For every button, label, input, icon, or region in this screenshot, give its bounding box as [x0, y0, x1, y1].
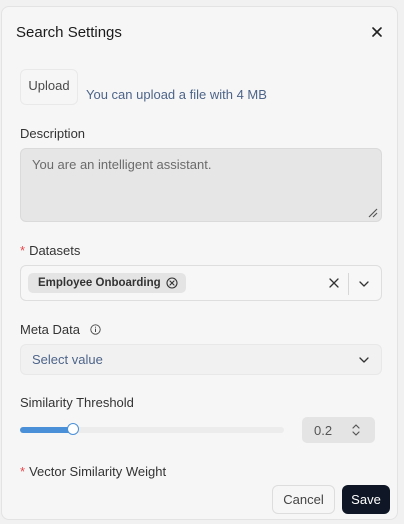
meta-data-label: Meta Data	[20, 322, 101, 337]
search-settings-dialog: Search Settings Upload You can upload a …	[1, 6, 398, 520]
description-text: You are an intelligent assistant.	[32, 157, 212, 172]
resize-handle-icon[interactable]	[366, 206, 378, 218]
required-mark: *	[20, 243, 26, 258]
dataset-chip: Employee Onboarding	[28, 273, 186, 293]
similarity-threshold-input[interactable]: 0.2	[302, 417, 375, 443]
vector-similarity-weight-label: * Vector Similarity Weight	[20, 464, 166, 479]
circle-x-icon[interactable]	[166, 277, 178, 289]
chevron-up-down-icon[interactable]	[351, 423, 361, 437]
chevron-down-icon[interactable]	[358, 278, 370, 290]
info-icon[interactable]	[89, 324, 101, 335]
upload-hint: You can upload a file with 4 MB	[86, 87, 267, 102]
dialog-title: Search Settings	[16, 24, 122, 41]
datasets-label-text: Datasets	[29, 243, 81, 258]
chevron-down-icon[interactable]	[358, 354, 370, 366]
meta-data-placeholder: Select value	[32, 352, 103, 367]
datasets-multiselect[interactable]: Employee Onboarding	[20, 265, 382, 301]
cancel-button[interactable]: Cancel	[272, 485, 335, 514]
clear-x-icon[interactable]	[328, 277, 340, 289]
description-label: Description	[20, 126, 86, 141]
datasets-label: * Datasets	[20, 243, 80, 258]
description-textarea[interactable]: You are an intelligent assistant.	[20, 148, 382, 222]
multiselect-divider	[348, 273, 349, 295]
vector-similarity-weight-label-text: Vector Similarity Weight	[29, 464, 167, 479]
save-button[interactable]: Save	[342, 485, 390, 514]
slider-thumb[interactable]	[67, 423, 79, 435]
slider-fill	[20, 427, 73, 433]
close-icon[interactable]	[368, 23, 386, 41]
similarity-threshold-value: 0.2	[314, 423, 333, 438]
similarity-threshold-label: Similarity Threshold	[20, 395, 134, 410]
upload-button[interactable]: Upload	[20, 69, 78, 105]
meta-data-select[interactable]: Select value	[20, 344, 382, 375]
similarity-threshold-slider[interactable]	[20, 423, 284, 435]
required-mark: *	[20, 464, 26, 479]
dataset-chip-label: Employee Onboarding	[38, 277, 161, 289]
meta-data-label-text: Meta Data	[20, 322, 80, 337]
